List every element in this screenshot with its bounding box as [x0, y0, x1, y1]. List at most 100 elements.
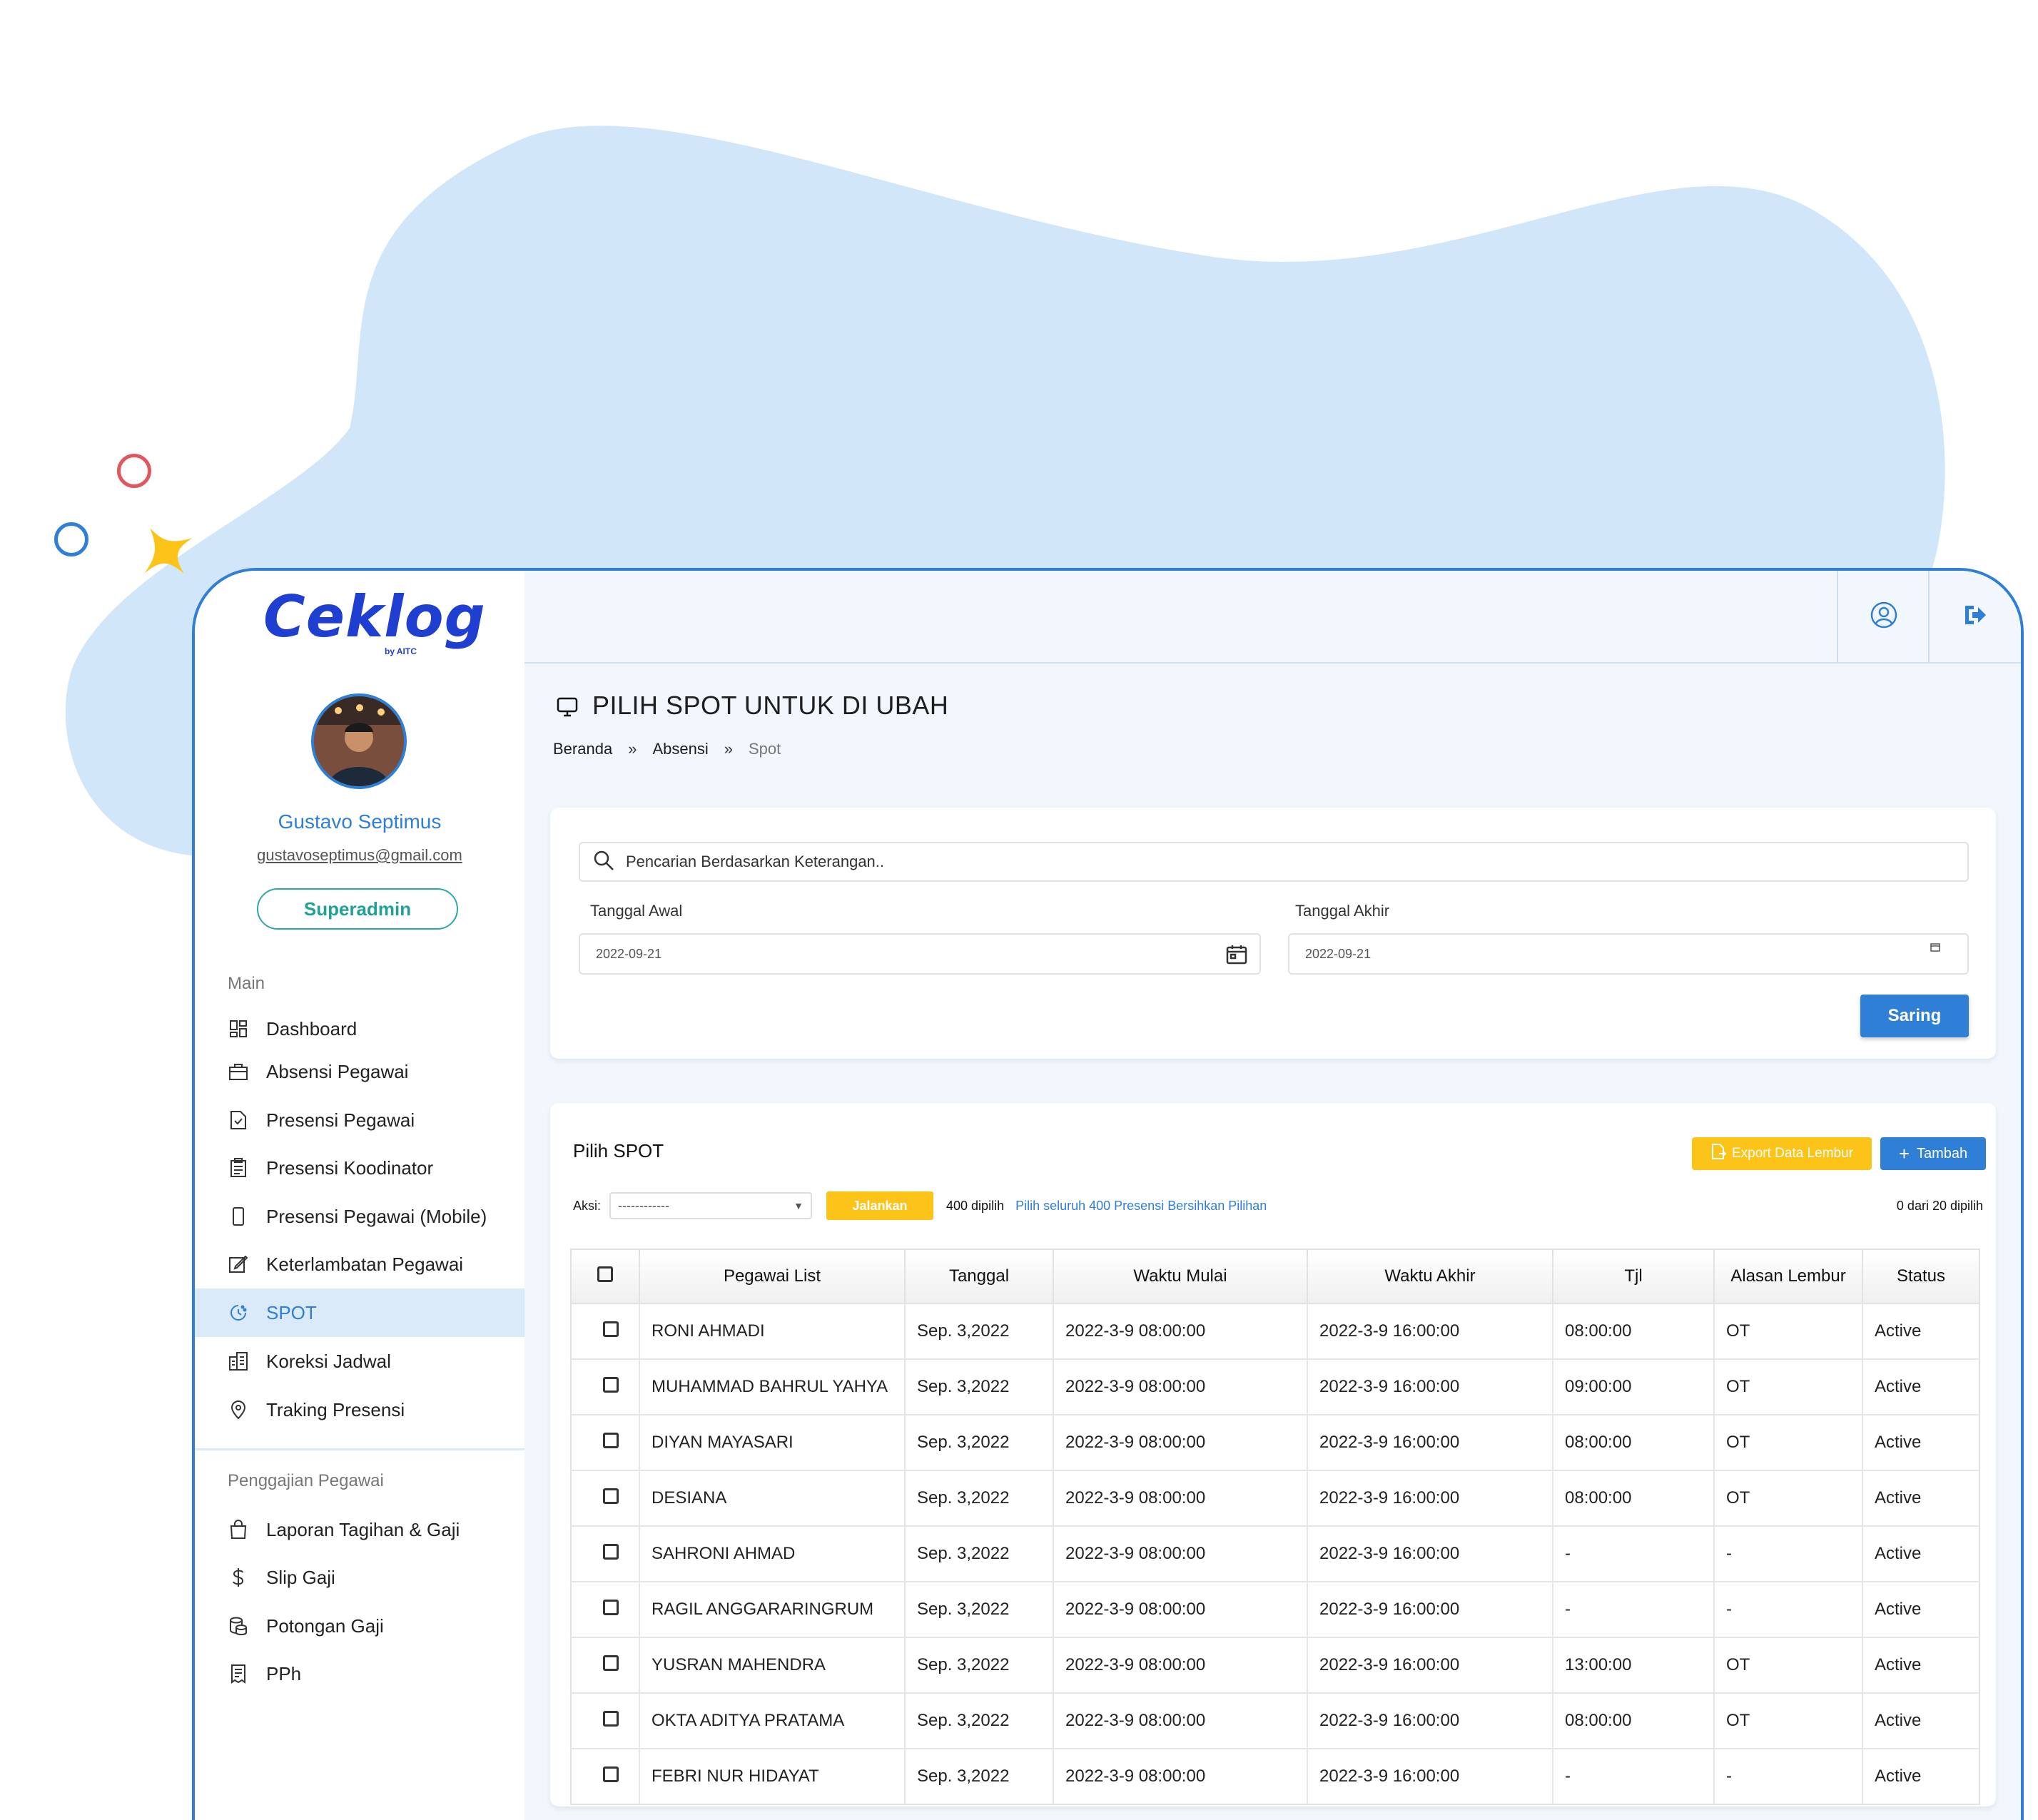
- employee-name-link[interactable]: FEBRI NUR HIDAYAT: [639, 1749, 906, 1805]
- start-time-cell: 2022-3-9 08:00:00: [1053, 1693, 1308, 1749]
- user-circle-icon: [1870, 601, 1898, 633]
- row-checkbox[interactable]: [602, 1710, 619, 1727]
- sidebar-divider: [195, 1448, 524, 1450]
- sidebar-item-label: Dashboard: [266, 1017, 358, 1039]
- table-row: MUHAMMAD BAHRUL YAHYA Sep. 3,2022 2022-3…: [571, 1359, 1979, 1415]
- calendar-icon[interactable]: [1930, 940, 1940, 955]
- avatar[interactable]: [311, 693, 407, 789]
- date-cell: Sep. 3,2022: [905, 1303, 1054, 1360]
- sidebar-item-presensi-pegawai[interactable]: Presensi Pegawai: [195, 1096, 529, 1144]
- column-header[interactable]: Tjl: [1553, 1249, 1715, 1304]
- end-date-label: Tanggal Akhir: [1295, 902, 1390, 920]
- row-checkbox[interactable]: [602, 1432, 619, 1448]
- sidebar-item-keterlambatan-pegawai[interactable]: Keterlambatan Pegawai: [195, 1240, 529, 1288]
- start-time-cell: 2022-3-9 08:00:00: [1053, 1637, 1308, 1694]
- status-cell: Active: [1862, 1359, 1979, 1415]
- search-icon: [593, 850, 614, 875]
- start-time-cell: 2022-3-9 08:00:00: [1053, 1415, 1308, 1471]
- run-action-button[interactable]: Jalankan: [826, 1191, 934, 1220]
- sidebar-item-presensi-koodinator[interactable]: Presensi Koodinator: [195, 1144, 529, 1192]
- sidebar-item-absensi-pegawai[interactable]: Absensi Pegawai: [195, 1047, 529, 1096]
- employee-name-link[interactable]: DIYAN MAYASARI: [639, 1415, 906, 1471]
- sidebar-item-traking-presensi[interactable]: Traking Presensi: [195, 1386, 529, 1434]
- end-date-value: 2022-09-21: [1305, 946, 1372, 961]
- filter-submit-button[interactable]: Saring: [1860, 995, 1969, 1037]
- main-content: PILIH SPOT UNTUK DI UBAH Beranda » Absen…: [524, 571, 2021, 1820]
- reason-cell: OT: [1714, 1693, 1863, 1749]
- sidebar-item-spot[interactable]: SPOT: [195, 1288, 529, 1337]
- select-all-link[interactable]: Pilih seluruh 400 Presensi Bersihkan Pil…: [1015, 1199, 1267, 1214]
- sidebar-item-label: Potongan Gaji: [266, 1615, 384, 1637]
- row-checkbox[interactable]: [602, 1543, 619, 1560]
- aksi-label: Aksi:: [573, 1198, 602, 1213]
- column-header[interactable]: Status: [1862, 1249, 1979, 1304]
- employee-name-link[interactable]: YUSRAN MAHENDRA: [639, 1637, 906, 1694]
- employee-name-link[interactable]: SAHRONI AHMAD: [639, 1526, 906, 1582]
- status-cell: Active: [1862, 1303, 1979, 1360]
- column-header[interactable]: Tanggal: [905, 1249, 1054, 1304]
- sidebar-item-presensi-mobile[interactable]: Presensi Pegawai (Mobile): [195, 1192, 529, 1241]
- selected-count: 400 dipilih: [946, 1198, 1005, 1213]
- row-checkbox-cell: [571, 1526, 640, 1582]
- start-date-field[interactable]: 2022-09-21: [579, 933, 1261, 975]
- row-checkbox[interactable]: [602, 1376, 619, 1393]
- row-checkbox-cell: [571, 1470, 640, 1527]
- column-header[interactable]: Pegawai List: [639, 1249, 906, 1304]
- reason-cell: OT: [1714, 1637, 1863, 1694]
- bag-icon: [228, 1519, 249, 1540]
- checkbox[interactable]: [597, 1266, 613, 1282]
- sidebar-item-koreksi-jadwal[interactable]: Koreksi Jadwal: [195, 1337, 529, 1386]
- blue-circle-decoration: [54, 522, 88, 556]
- logout-button[interactable]: [1928, 571, 2021, 662]
- row-checkbox[interactable]: [602, 1599, 619, 1615]
- row-checkbox[interactable]: [602, 1766, 619, 1782]
- chevron-double-right-icon: »: [724, 740, 733, 758]
- start-time-cell: 2022-3-9 08:00:00: [1053, 1749, 1308, 1805]
- end-date-field[interactable]: 2022-09-21: [1288, 933, 1969, 975]
- tjl-cell: -: [1553, 1526, 1715, 1582]
- aksi-select[interactable]: ------------ ▼: [609, 1192, 813, 1219]
- select-all-checkbox[interactable]: [571, 1249, 640, 1304]
- row-checkbox[interactable]: [602, 1321, 619, 1337]
- start-time-cell: 2022-3-9 08:00:00: [1053, 1359, 1308, 1415]
- column-header[interactable]: Waktu Akhir: [1307, 1249, 1553, 1304]
- status-cell: Active: [1862, 1693, 1979, 1749]
- sidebar-item-potongan-gaji[interactable]: Potongan Gaji: [195, 1602, 529, 1650]
- red-circle-decoration: [117, 454, 151, 488]
- date-cell: Sep. 3,2022: [905, 1470, 1054, 1527]
- employee-name-link[interactable]: OKTA ADITYA PRATAMA: [639, 1693, 906, 1749]
- ceklog-logo[interactable]: Ceklog by AITC: [263, 584, 485, 662]
- employee-name-link[interactable]: RONI AHMADI: [639, 1303, 906, 1360]
- table-row: OKTA ADITYA PRATAMA Sep. 3,2022 2022-3-9…: [571, 1693, 1979, 1749]
- employee-name-link[interactable]: RAGIL ANGGARARINGRUM: [639, 1582, 906, 1638]
- selection-summary: 0 dari 20 dipilih: [1896, 1198, 1983, 1213]
- sidebar-item-dashboard[interactable]: Dashboard: [195, 1005, 529, 1053]
- search-input[interactable]: Pencarian Berdasarkan Keterangan..: [579, 842, 1969, 882]
- role-badge: Superadmin: [257, 888, 458, 930]
- column-header[interactable]: Alasan Lembur: [1714, 1249, 1863, 1304]
- breadcrumb-beranda[interactable]: Beranda: [553, 740, 612, 758]
- employee-name-link[interactable]: DESIANA: [639, 1470, 906, 1527]
- user-email[interactable]: gustavoseptimus@gmail.com: [195, 846, 524, 865]
- breadcrumb-absensi[interactable]: Absensi: [652, 740, 708, 758]
- sidebar-item-laporan-tagihan[interactable]: Laporan Tagihan & Gaji: [195, 1505, 529, 1554]
- section-main-label: Main: [228, 974, 265, 993]
- row-checkbox-cell: [571, 1415, 640, 1471]
- table-row: RAGIL ANGGARARINGRUM Sep. 3,2022 2022-3-…: [571, 1582, 1979, 1638]
- start-time-cell: 2022-3-9 08:00:00: [1053, 1582, 1308, 1638]
- export-button[interactable]: Export Data Lembur: [1692, 1137, 1872, 1170]
- receipt-icon: [228, 1663, 249, 1684]
- edit-icon: [228, 1254, 249, 1275]
- employee-name-link[interactable]: MUHAMMAD BAHRUL YAHYA: [639, 1359, 906, 1415]
- row-checkbox[interactable]: [602, 1488, 619, 1504]
- sidebar-item-label: Presensi Koodinator: [266, 1156, 434, 1179]
- calendar-icon[interactable]: [1225, 943, 1248, 970]
- sidebar-item-label: Laporan Tagihan & Gaji: [266, 1518, 460, 1540]
- top-bar: [524, 571, 2021, 664]
- sidebar-item-slip-gaji[interactable]: Slip Gaji: [195, 1553, 529, 1602]
- profile-button[interactable]: [1837, 571, 1930, 662]
- row-checkbox[interactable]: [602, 1654, 619, 1671]
- sidebar-item-pph[interactable]: PPh: [195, 1649, 529, 1698]
- add-button[interactable]: + Tambah: [1880, 1137, 1986, 1170]
- column-header[interactable]: Waktu Mulai: [1053, 1249, 1308, 1304]
